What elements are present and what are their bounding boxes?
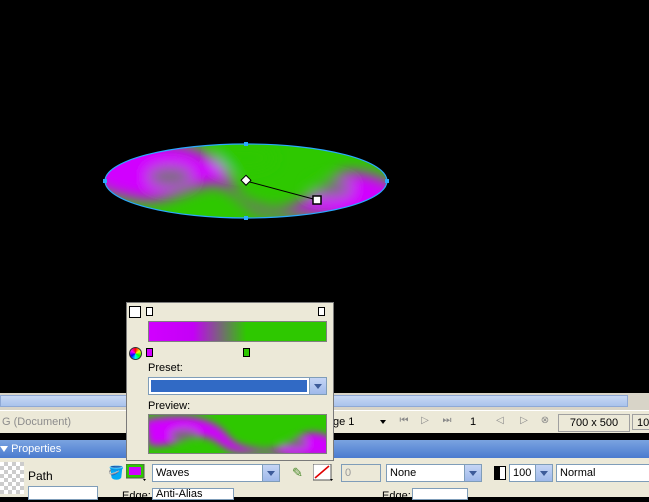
stroke-color-swatch[interactable] [312,463,335,482]
object-type-label: Path [28,469,53,483]
chevron-down-icon[interactable] [535,465,552,481]
edge-label: Edge: [122,490,151,502]
opacity-value: 100 [513,467,532,479]
stroke-edge-select[interactable] [412,488,468,500]
gradient-bar[interactable] [148,321,327,342]
prev-frame-icon[interactable]: ◁ [494,415,506,427]
fill-texture-select[interactable]: Waves [152,464,280,482]
properties-panel: Path 🪣 Waves Edge: Anti-Alias ✎ 0 None E… [0,458,649,502]
stroke-texture-value: None [390,467,417,479]
edge-value: Anti-Alias [156,488,203,500]
paint-bucket-icon: 🪣 [108,465,125,480]
object-name-field[interactable] [28,486,98,500]
top-handle [244,142,248,146]
document-title: G (Document) [2,416,72,428]
blend-mode-select[interactable]: Normal [556,464,649,482]
canvas-size-readout[interactable]: 700 x 500 [558,414,630,432]
preset-select[interactable] [148,377,327,395]
stop-icon[interactable]: ⊗ [539,415,551,427]
pencil-icon: ✎ [292,465,303,480]
zoom-readout[interactable]: 10 [632,414,649,430]
fill-color-swatch[interactable] [125,463,148,482]
stroke-edge-label: Edge: [382,490,411,502]
color-stop-green[interactable] [243,348,250,357]
blend-mode-value: Normal [560,467,596,479]
chevron-down-icon [380,420,386,424]
page-select[interactable]: ge 1 [333,414,389,430]
next-frame-icon[interactable]: ▷ [518,415,530,427]
left-handle [103,179,107,183]
object-thumbnail [0,462,24,494]
chevron-down-icon[interactable] [262,465,279,481]
gradient-editor-popup: Preset: Preview: [126,302,334,461]
fill-texture-value: Waves [156,467,190,479]
opacity-field[interactable]: 100 [509,464,553,482]
gradient-preview [148,414,327,454]
stroke-size-field[interactable]: 0 [341,464,381,482]
gradient-end-handle[interactable] [312,195,322,205]
gradient-swap-icon[interactable] [129,306,141,318]
opacity-stop-right[interactable] [318,307,325,316]
preset-label: Preset: [148,362,183,374]
color-stop-magenta[interactable] [146,348,153,357]
last-frame-icon[interactable]: ⏭ [441,415,453,427]
chevron-down-icon[interactable] [309,378,326,394]
preset-selected-value [151,380,307,392]
page-select-label: ge 1 [333,416,355,428]
color-wheel-icon[interactable] [129,347,142,360]
collapse-triangle-icon[interactable] [0,446,8,453]
edge-select[interactable]: Anti-Alias [152,488,234,500]
chevron-down-icon[interactable] [464,465,481,481]
opacity-icon [494,466,506,480]
play-icon[interactable]: ▷ [419,415,431,427]
stroke-texture-select[interactable]: None [386,464,482,482]
opacity-stop-left[interactable] [146,307,153,316]
bottom-handle [244,216,248,220]
stroke-size-value: 0 [345,467,352,479]
first-frame-icon[interactable]: ⏮ [398,415,410,427]
preview-label: Preview: [148,400,191,412]
properties-title: Properties [11,443,62,455]
frame-number: 1 [470,416,477,428]
right-handle [385,179,389,183]
